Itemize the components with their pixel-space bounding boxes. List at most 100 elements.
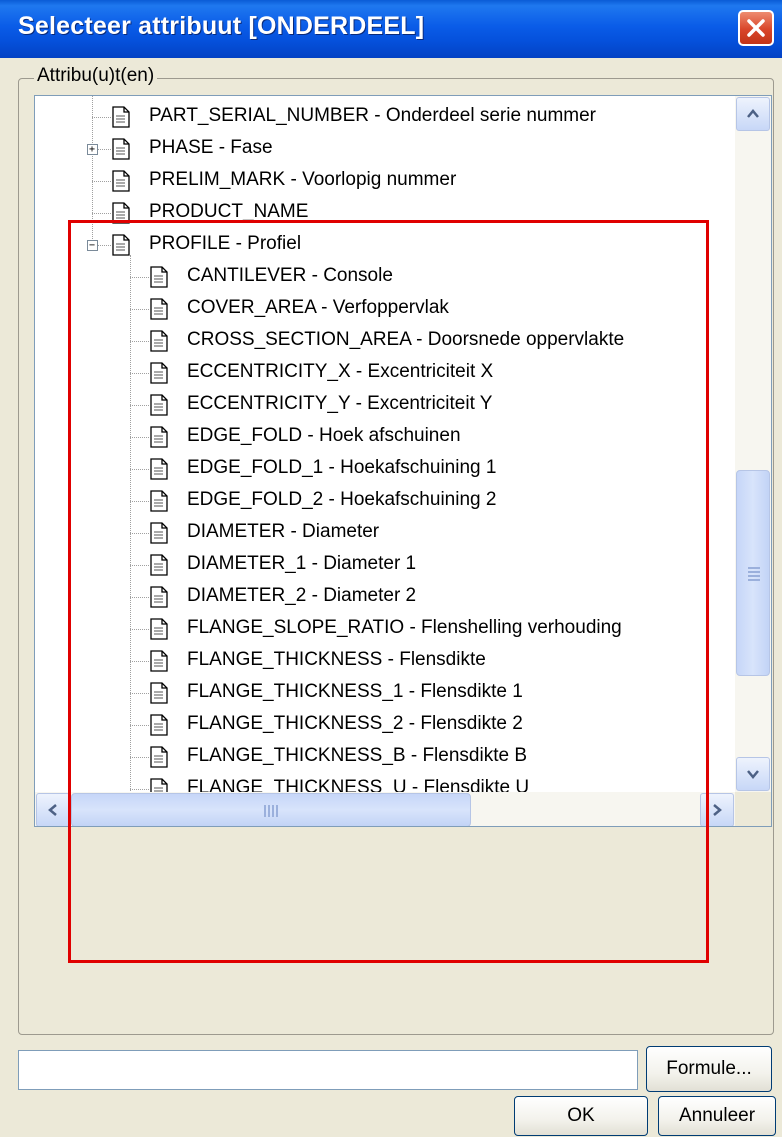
tree-item[interactable]: − PROFILE - Profiel — [35, 229, 735, 261]
tree-child-item[interactable]: DIAMETER - Diameter — [35, 517, 735, 549]
expand-icon[interactable]: + — [87, 144, 98, 155]
horizontal-scroll-thumb[interactable] — [71, 793, 471, 826]
tree-child-item[interactable]: FLANGE_THICKNESS - Flensdikte — [35, 645, 735, 677]
tree-item-label: PHASE - Fase — [149, 137, 273, 158]
scroll-down-button[interactable] — [736, 757, 770, 791]
title-bar[interactable]: Selecteer attribuut [ONDERDEEL] — [0, 0, 782, 58]
document-icon — [149, 586, 169, 608]
tree-item-label: PROFILE - Profiel — [149, 233, 302, 254]
tree-child-item[interactable]: COVER_AREA - Verfoppervlak — [35, 293, 735, 325]
tree-child-item[interactable]: FLANGE_THICKNESS_1 - Flensdikte 1 — [35, 677, 735, 709]
tree-child-item[interactable]: EDGE_FOLD_1 - Hoekafschuining 1 — [35, 453, 735, 485]
expander-glyph: − — [89, 240, 96, 251]
tree-item-label: DIAMETER_2 - Diameter 2 — [187, 585, 417, 606]
annuleer-button[interactable]: Annuleer — [658, 1096, 776, 1136]
tree-item-label: FLANGE_THICKNESS_1 - Flensdikte 1 — [187, 681, 523, 702]
tree-item[interactable]: PART_SERIAL_NUMBER - Onderdeel serie num… — [35, 101, 735, 133]
document-icon — [149, 682, 169, 704]
tree-item-label: CANTILEVER - Console — [187, 265, 393, 286]
scroll-down-arrow-icon — [747, 770, 759, 779]
tree-child-item[interactable]: ECCENTRICITY_X - Excentriciteit X — [35, 357, 735, 389]
tree-connector — [92, 181, 111, 182]
tree-child-item[interactable]: EDGE_FOLD_2 - Hoekafschuining 2 — [35, 485, 735, 517]
document-icon — [149, 714, 169, 736]
tree-child-item[interactable]: ECCENTRICITY_Y - Excentriciteit Y — [35, 389, 735, 421]
tree-item-label: EDGE_FOLD - Hoek afschuinen — [187, 425, 461, 446]
tree-item-label: DIAMETER - Diameter — [187, 521, 380, 542]
document-icon — [111, 202, 131, 224]
scroll-right-arrow-icon — [713, 804, 722, 816]
tree-item-label: FLANGE_THICKNESS_B - Flensdikte B — [187, 745, 527, 766]
vertical-scroll-thumb[interactable] — [736, 470, 770, 676]
document-icon — [149, 746, 169, 768]
document-icon — [149, 458, 169, 480]
tree-connector — [130, 597, 149, 598]
close-button[interactable] — [738, 10, 774, 46]
tree-connector — [130, 565, 149, 566]
tree-connector — [130, 341, 149, 342]
tree-child-item[interactable]: DIAMETER_2 - Diameter 2 — [35, 581, 735, 613]
formula-input[interactable] — [18, 1050, 638, 1090]
tree-child-item[interactable]: CANTILEVER - Console — [35, 261, 735, 293]
document-icon — [149, 266, 169, 288]
tree-item-label: FLANGE_THICKNESS - Flensdikte — [187, 649, 486, 670]
document-icon — [149, 650, 169, 672]
tree-item[interactable]: PRODUCT_NAME — [35, 197, 735, 229]
tree-content: PART_SERIAL_NUMBER - Onderdeel serie num… — [35, 96, 735, 792]
scroll-up-arrow-icon — [747, 109, 759, 118]
document-icon — [111, 234, 131, 256]
scroll-left-button[interactable] — [36, 793, 70, 826]
tree-item[interactable]: PRELIM_MARK - Voorlopig nummer — [35, 165, 735, 197]
attribute-tree[interactable]: PART_SERIAL_NUMBER - Onderdeel serie num… — [34, 95, 772, 827]
tree-connector — [130, 437, 149, 438]
tree-child-item[interactable]: CROSS_SECTION_AREA - Doorsnede oppervlak… — [35, 325, 735, 357]
tree-connector — [130, 757, 149, 758]
tree-item-label: FLANGE_THICKNESS_U - Flensdikte U — [187, 777, 530, 792]
ok-button[interactable]: OK — [514, 1096, 648, 1136]
dialog-window: Selecteer attribuut [ONDERDEEL] Attribu(… — [0, 0, 782, 1137]
tree-connector — [130, 501, 149, 502]
document-icon — [149, 522, 169, 544]
tree-child-item[interactable]: FLANGE_THICKNESS_2 - Flensdikte 2 — [35, 709, 735, 741]
document-icon — [149, 426, 169, 448]
document-icon — [149, 618, 169, 640]
tree-connector — [130, 629, 149, 630]
tree-connector — [130, 309, 149, 310]
tree-connector — [130, 469, 149, 470]
tree-item-label: ECCENTRICITY_X - Excentriciteit X — [187, 361, 494, 382]
tree-child-item[interactable]: FLANGE_THICKNESS_B - Flensdikte B — [35, 741, 735, 773]
tree-item-label: PART_SERIAL_NUMBER - Onderdeel serie num… — [149, 105, 597, 126]
tree-connector — [92, 213, 111, 214]
window-title: Selecteer attribuut [ONDERDEEL] — [18, 12, 425, 40]
document-icon — [111, 138, 131, 160]
tree-item-label: EDGE_FOLD_2 - Hoekafschuining 2 — [187, 489, 497, 510]
document-icon — [149, 298, 169, 320]
formule-button[interactable]: Formule... — [646, 1046, 772, 1092]
tree-item-label: DIAMETER_1 - Diameter 1 — [187, 553, 417, 574]
tree-child-item[interactable]: FLANGE_SLOPE_RATIO - Flenshelling verhou… — [35, 613, 735, 645]
collapse-icon[interactable]: − — [87, 240, 98, 251]
expander-glyph: + — [89, 144, 96, 155]
close-icon — [747, 19, 765, 37]
scroll-right-button[interactable] — [700, 793, 734, 826]
vertical-scrollbar[interactable] — [735, 96, 771, 792]
tree-connector — [130, 725, 149, 726]
scroll-up-button[interactable] — [736, 97, 770, 131]
tree-item-label: CROSS_SECTION_AREA - Doorsnede oppervlak… — [187, 329, 625, 350]
tree-item-label: PRELIM_MARK - Voorlopig nummer — [149, 169, 457, 190]
document-icon — [111, 106, 131, 128]
document-icon — [149, 362, 169, 384]
tree-child-item[interactable]: DIAMETER_1 - Diameter 1 — [35, 549, 735, 581]
tree-item[interactable]: + PHASE - Fase — [35, 133, 735, 165]
document-icon — [149, 490, 169, 512]
tree-connector — [130, 661, 149, 662]
tree-item-label: ECCENTRICITY_Y - Excentriciteit Y — [187, 393, 493, 414]
tree-connector — [92, 117, 111, 118]
document-icon — [149, 394, 169, 416]
thumb-grip — [264, 805, 280, 817]
tree-item-label: EDGE_FOLD_1 - Hoekafschuining 1 — [187, 457, 497, 478]
document-icon — [149, 554, 169, 576]
tree-child-item[interactable]: EDGE_FOLD - Hoek afschuinen — [35, 421, 735, 453]
tree-child-item[interactable]: FLANGE_THICKNESS_U - Flensdikte U — [35, 773, 735, 792]
thumb-grip — [748, 565, 760, 581]
